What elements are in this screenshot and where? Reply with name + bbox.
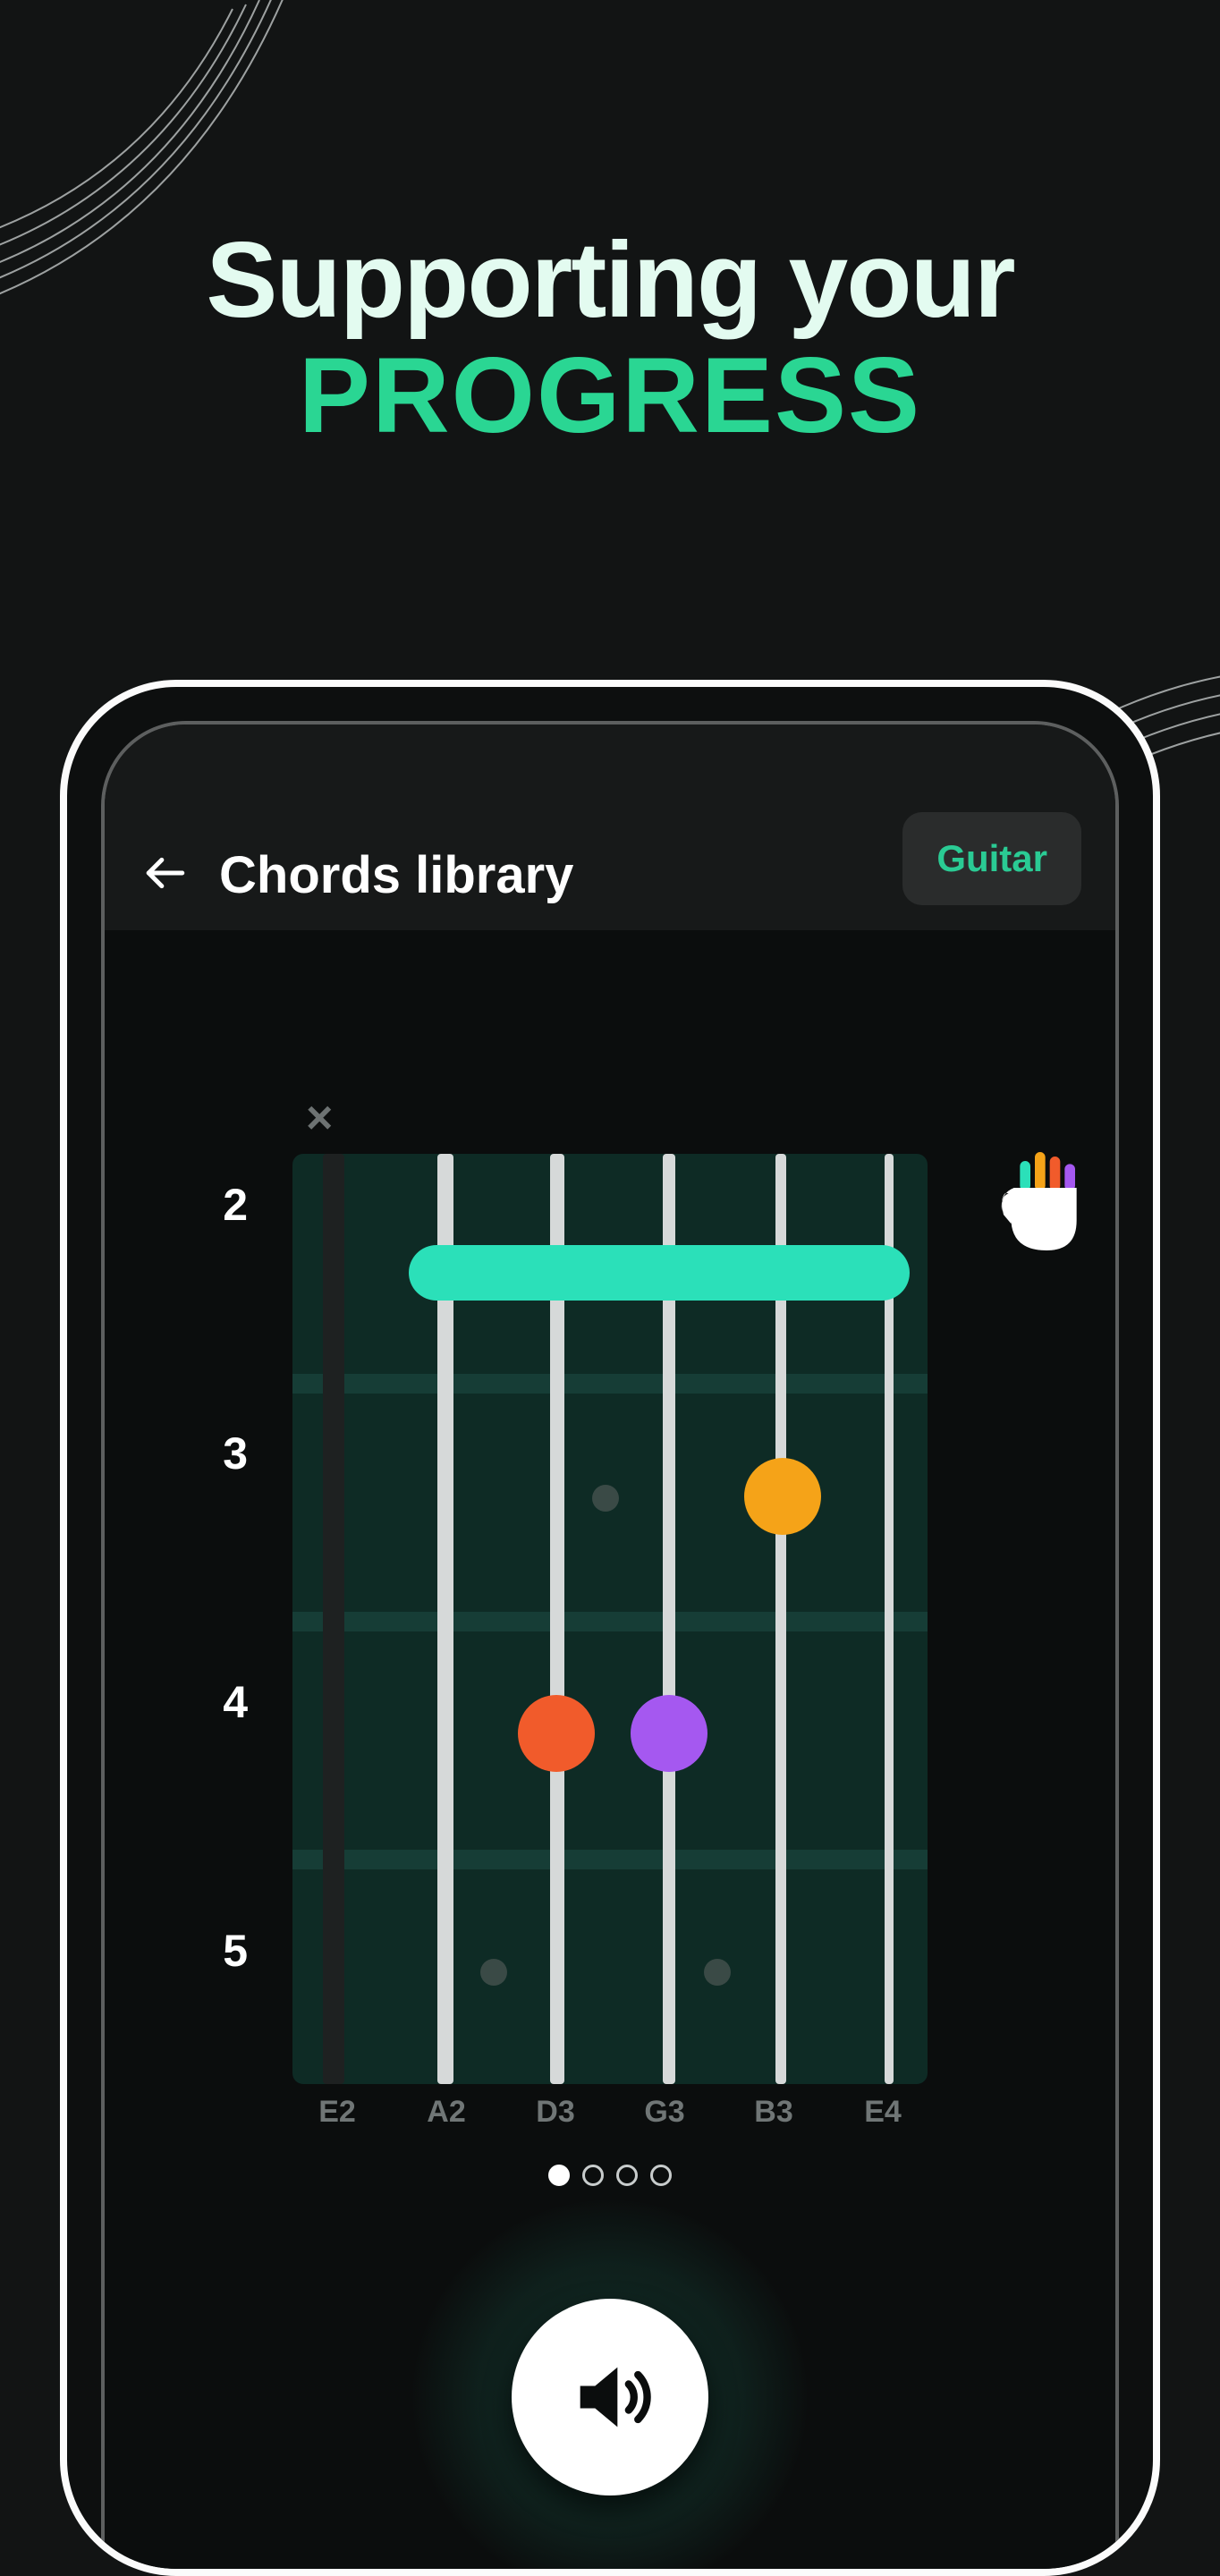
chord-area: × 2 3 4 5 — [105, 1073, 1115, 2569]
fret-wire — [292, 1374, 928, 1394]
speaker-icon — [565, 2352, 655, 2442]
page-dot[interactable] — [650, 2165, 672, 2186]
page-dot[interactable] — [548, 2165, 570, 2186]
finger-dot — [518, 1695, 595, 1772]
hand-fingering-button[interactable] — [999, 1152, 1089, 1259]
string-label: A2 — [419, 2095, 473, 2130]
finger-dot — [744, 1458, 821, 1535]
fret-wire — [292, 1850, 928, 1869]
headline-line2: PROGRESS — [0, 336, 1220, 454]
fret-number: 5 — [212, 1925, 248, 1977]
page-dot[interactable] — [616, 2165, 638, 2186]
string-label: D3 — [529, 2095, 582, 2130]
headline-line1: Supporting your — [0, 224, 1220, 336]
mute-mark: × — [306, 1091, 333, 1145]
fret-number: 3 — [212, 1428, 248, 1479]
app-bar: Chords library Guitar — [105, 724, 1115, 930]
fret-marker — [704, 1959, 731, 1986]
headline: Supporting your PROGRESS — [0, 224, 1220, 454]
finger-dot — [631, 1695, 707, 1772]
back-button[interactable] — [139, 846, 192, 900]
string-label: G3 — [638, 2095, 691, 2130]
pagination-dots[interactable] — [548, 2165, 672, 2186]
phone-screen: Chords library Guitar × 2 3 4 5 — [101, 721, 1119, 2569]
barre-finger — [409, 1245, 910, 1301]
play-halo — [413, 2200, 807, 2569]
string-label: E2 — [310, 2095, 364, 2130]
string — [323, 1154, 344, 2084]
fret-number-column: 2 3 4 5 — [212, 1179, 248, 1977]
phone-frame: Chords library Guitar × 2 3 4 5 — [60, 680, 1160, 2576]
play-sound-button[interactable] — [512, 2299, 708, 2496]
fret-marker — [592, 1485, 619, 1512]
page-title: Chords library — [219, 845, 876, 905]
fret-wire — [292, 1612, 928, 1631]
instrument-selector[interactable]: Guitar — [902, 812, 1081, 905]
string-label: B3 — [747, 2095, 801, 2130]
string-labels: E2 A2 D3 G3 B3 E4 — [292, 2095, 928, 2130]
page-dot[interactable] — [582, 2165, 604, 2186]
fret-marker — [480, 1959, 507, 1986]
hand-fingering-icon — [999, 1152, 1089, 1259]
back-arrow-icon — [143, 851, 188, 895]
string-label: E4 — [856, 2095, 910, 2130]
fret-number: 2 — [212, 1179, 248, 1231]
fret-number: 4 — [212, 1676, 248, 1728]
fretboard[interactable] — [292, 1154, 928, 2084]
